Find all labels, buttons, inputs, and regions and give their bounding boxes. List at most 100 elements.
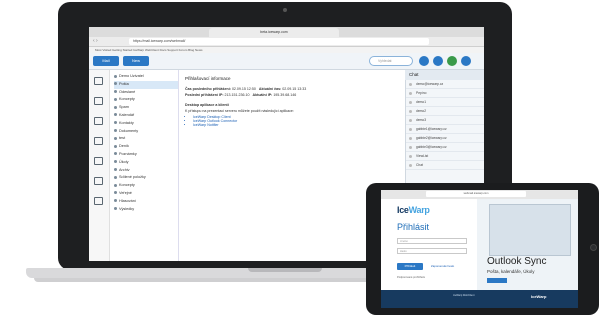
folder-item[interactable]: Deník [114, 143, 178, 151]
avatar[interactable] [461, 56, 471, 66]
folder-label: Kontakty [119, 120, 134, 125]
folder-item[interactable]: Pošta [114, 80, 178, 89]
folder-item[interactable]: Výsledky [114, 206, 178, 214]
folder-icon [114, 90, 117, 94]
new-button[interactable]: New [123, 56, 149, 66]
chat-contact[interactable]: demo@icewarp.cz [406, 80, 484, 89]
last-ip-label: Poslední přihlášení IP: [185, 93, 224, 97]
chat-contact[interactable]: gabbie2@icewarp.cz [406, 134, 484, 143]
folder-item[interactable]: Spam [114, 104, 178, 112]
folder-item[interactable]: Hlasování [114, 198, 178, 206]
folder-icon [114, 129, 117, 133]
mail-icon[interactable] [94, 77, 103, 85]
trash-icon[interactable] [94, 197, 103, 205]
tasks-icon[interactable] [94, 157, 103, 165]
chat-contact[interactable]: Chat [406, 161, 484, 170]
current-ip-value: 195.39.68.146 [273, 93, 297, 97]
chat-contact[interactable]: demo2 [406, 107, 484, 116]
browser-tab[interactable]: beta.icewarp.com [209, 28, 339, 37]
folder-item[interactable]: Kalendář [114, 112, 178, 120]
documents-icon[interactable] [94, 137, 103, 145]
folder-icon [114, 168, 117, 172]
last-ip-value: 213.151.236.10 [224, 93, 250, 97]
chat-contact[interactable]: ViewList [406, 152, 484, 161]
folder-icon [114, 105, 117, 109]
apps-intro: K přístupu na prezentaci serveru můžete … [185, 109, 294, 113]
chat-contact[interactable]: demo1 [406, 98, 484, 107]
address-field[interactable]: https://mail.icewarp.com/webmail/ [129, 38, 429, 45]
folder-label: Koncepty [119, 97, 135, 102]
chat-list: demo@icewarp.cz Pepíno demo1 demo2 demo3 gabb… [406, 80, 484, 170]
chat-contact[interactable]: Pepíno [406, 89, 484, 98]
folder-icon [114, 152, 117, 156]
refresh-icon[interactable] [419, 56, 429, 66]
forgot-password-link[interactable]: Zapomenuté heslo [431, 263, 454, 270]
folder-label: Sdílené položky [119, 175, 146, 180]
chat-contact[interactable]: gabbie3@icewarp.cz [406, 143, 484, 152]
search-input[interactable]: Vyhledat [369, 56, 413, 66]
folder-item[interactable]: Koncepty [114, 96, 178, 104]
folder-item[interactable]: Odeslané [114, 89, 178, 97]
folder-icon [114, 74, 117, 78]
settings-icon[interactable] [433, 56, 443, 66]
notes-icon[interactable] [94, 177, 103, 185]
folder-icon [114, 160, 117, 164]
folder-item[interactable]: Dokumenty [114, 128, 178, 136]
promo-subtitle: Pošta, kalendáře, Úkoly [487, 269, 535, 274]
folder-label: test [119, 136, 126, 141]
folder-label: Úkoly [119, 159, 129, 164]
login-button[interactable]: Přihlásit [397, 263, 423, 270]
current-time-value: 02.09.15 13:33 [282, 87, 307, 91]
folder-item[interactable]: Poznámky [114, 151, 178, 159]
folder-item[interactable]: Demo Uzivatel [114, 73, 178, 81]
last-login-row: Čas posledního přihlášení: 02.09.15 12:5… [185, 87, 399, 91]
username-field[interactable]: Jméno [397, 238, 467, 244]
folder-icon [114, 82, 117, 86]
folder-icon [114, 121, 117, 125]
status-icon[interactable] [447, 56, 457, 66]
folder-icon [114, 183, 117, 187]
footer-text: IceWarp WebClient [453, 294, 475, 297]
folder-item[interactable]: test [114, 135, 178, 143]
logo-part-a: Ice [397, 205, 409, 215]
folder-label: Spam [119, 105, 129, 110]
chat-contact[interactable]: gabbie1@icewarp.cz [406, 125, 484, 134]
contacts-icon[interactable] [94, 117, 103, 125]
chat-title: Chat [405, 70, 484, 80]
folder-item[interactable]: Úkoly [114, 159, 178, 167]
folder-label: Poznámky [119, 151, 137, 156]
folder-icon [114, 199, 117, 203]
folder-list: Demo Uzivatel Pošta Odeslané Koncepty Spam Ka… [110, 70, 178, 213]
notifier-link[interactable]: IceWarp Notifier [193, 123, 399, 127]
folder-item[interactable]: Sdílené položky [114, 174, 178, 182]
folder-label: Výsledky [119, 206, 135, 211]
chat-contact[interactable]: demo3 [406, 116, 484, 125]
folder-item[interactable]: Veřejné [114, 190, 178, 198]
folder-label: Archiv [119, 167, 130, 172]
folder-icon [114, 175, 117, 179]
folder-icon [114, 144, 117, 148]
back-arrow-icon[interactable]: ‹ › [93, 39, 98, 44]
last-login-value: 02.09.15 12:50 [231, 87, 256, 91]
promo-button[interactable] [487, 278, 507, 283]
promo-screenshot [489, 204, 571, 256]
folder-item[interactable]: Archiv [114, 167, 178, 175]
tablet-address-field[interactable]: webmail.icewarp.com [426, 191, 526, 197]
current-time-label: Aktuální čas: [258, 87, 282, 91]
logo-part-b: Warp [408, 205, 430, 215]
calendar-icon[interactable] [94, 97, 103, 105]
promo-title: Outlook Sync [487, 256, 547, 267]
folder-label: Odeslané [119, 89, 136, 94]
folder-tree: Demo Uzivatel Pošta Odeslané Koncepty Spam Ka… [110, 70, 179, 261]
folder-item[interactable]: Kontakty [114, 120, 178, 128]
mail-button[interactable]: Mail [93, 56, 119, 66]
tablet-screen: webmail.icewarp.com IceWarp Přihlásit Jm… [381, 190, 578, 308]
folder-label: Demo Uzivatel [119, 74, 144, 78]
folder-icon [114, 97, 117, 101]
folder-label: Dokumenty [119, 128, 139, 133]
folder-icon [114, 113, 117, 117]
icewarp-logo: IceWarp [397, 205, 430, 215]
home-button-icon[interactable] [590, 244, 597, 251]
folder-item[interactable]: Koncepty [114, 182, 178, 190]
password-field[interactable]: Heslo [397, 248, 467, 254]
